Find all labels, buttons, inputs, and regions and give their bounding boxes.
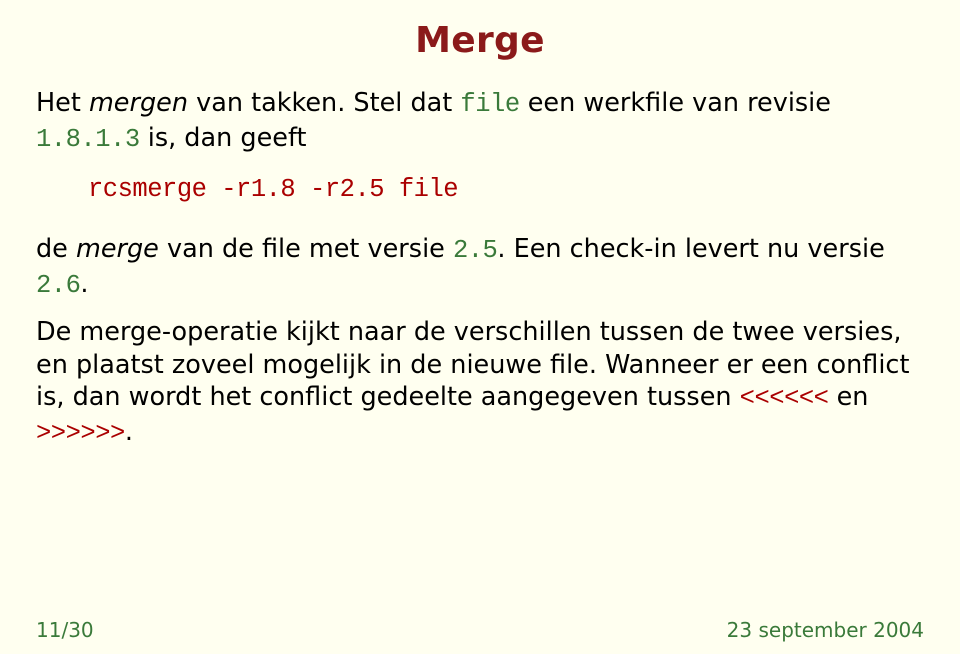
paragraph-result: de merge van de file met versie 2.5. Een… (36, 233, 924, 302)
text-span: . (125, 417, 133, 447)
text-span: van takken. Stel dat (188, 88, 460, 118)
page-number: 11/30 (36, 618, 94, 642)
slide: Merge Het mergen van takken. Stel dat fi… (0, 0, 960, 654)
paragraph-intro: Het mergen van takken. Stel dat file een… (36, 87, 924, 156)
slide-body: Het mergen van takken. Stel dat file een… (36, 87, 924, 451)
inline-code-version-25: 2.5 (453, 236, 497, 265)
inline-code-file: file (460, 90, 519, 119)
text-span: . (80, 269, 88, 299)
command-block: rcsmerge -r1.8 -r2.5 file (88, 174, 924, 207)
slide-footer: 11/30 23 september 2004 (36, 618, 924, 642)
text-span: is, dan geeft (140, 123, 307, 153)
inline-code-version-26: 2.6 (36, 271, 80, 300)
slide-date: 23 september 2004 (727, 618, 924, 642)
slide-title: Merge (36, 20, 924, 61)
inline-code-conflict-close: >>>>>> (36, 419, 125, 448)
inline-code-conflict-open: <<<<<< (740, 384, 829, 413)
paragraph-conflict: De merge-operatie kijkt naar de verschil… (36, 316, 924, 451)
text-span: Het (36, 88, 89, 118)
emphasis-merge: merge (76, 234, 159, 264)
emphasis-mergen: mergen (89, 88, 188, 118)
text-span: van de file met versie (159, 234, 453, 264)
text-span: de (36, 234, 76, 264)
inline-code-revision: 1.8.1.3 (36, 125, 140, 154)
text-span: en (829, 382, 869, 412)
text-span: . Een check-in levert nu versie (497, 234, 884, 264)
text-span: een werkfile van revisie (520, 88, 831, 118)
